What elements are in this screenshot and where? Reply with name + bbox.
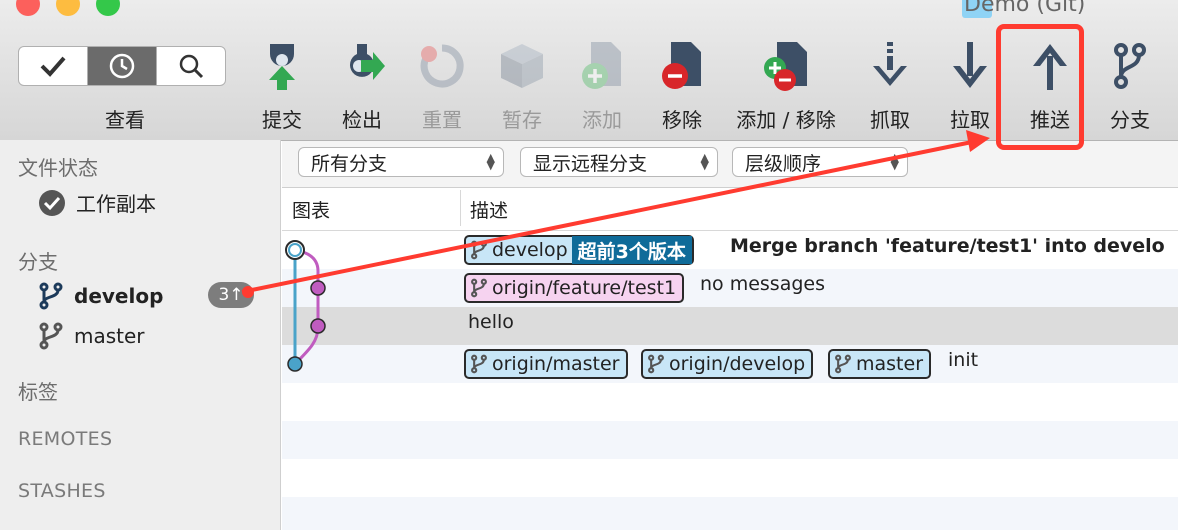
remote-filter-select[interactable]: 显示远程分支 ▲ ▼ (520, 147, 718, 177)
add-remove-button[interactable]: 添加 / 移除 (736, 104, 835, 133)
tag-label: origin/master (492, 353, 620, 375)
tags-header[interactable]: 标签 (18, 376, 58, 405)
clock-icon[interactable] (88, 47, 157, 85)
remove-button[interactable]: 移除 (662, 104, 702, 133)
commit-message: no messages (700, 273, 825, 295)
close-button[interactable] (16, 0, 40, 16)
commit-icon[interactable] (257, 38, 307, 94)
pull-button[interactable]: 拉取 (950, 104, 990, 133)
commit-button[interactable]: 提交 (262, 104, 302, 133)
commit-row[interactable]: origin/feature/test1 no messages (282, 269, 1178, 307)
checkout-icon[interactable] (337, 38, 387, 94)
stashes-header[interactable]: STASHES (18, 480, 106, 502)
updown-chevron-icon: ▲ ▼ (700, 151, 709, 172)
graph-node (310, 318, 326, 334)
stash-icon[interactable] (497, 38, 547, 94)
branch-icon (471, 240, 487, 260)
checkmark-circle-icon (39, 189, 65, 216)
commit-message: init (948, 349, 979, 371)
commit-message: Merge branch 'feature/test1' into develo (730, 235, 1165, 257)
branch-tag: origin/develop (641, 349, 814, 379)
updown-chevron-icon: ▲ ▼ (486, 151, 495, 172)
graph-node (310, 280, 326, 296)
reset-icon[interactable] (417, 38, 467, 94)
branch-icon (471, 354, 487, 374)
branch-label: develop (74, 284, 164, 308)
order-filter-select[interactable]: 层级顺序 ▲ ▼ (732, 147, 908, 177)
commit-row[interactable]: origin/master origin/develop master init (282, 345, 1178, 383)
zoom-button[interactable] (96, 0, 120, 16)
branch-tag: origin/feature/test1 (464, 273, 685, 303)
view-label: 查看 (105, 108, 145, 132)
fetch-button[interactable]: 抓取 (870, 104, 910, 133)
checkout-button[interactable]: 检出 (342, 104, 382, 133)
check-icon[interactable] (19, 47, 88, 85)
sidebar-item-master[interactable]: master (38, 322, 145, 350)
commit-graph (285, 240, 326, 372)
ahead-badge: 3↑ (208, 282, 254, 308)
search-icon[interactable] (157, 47, 225, 85)
graph-node (287, 356, 303, 372)
sidebar-item-develop[interactable]: develop (38, 282, 163, 310)
add-button[interactable]: 添加 (582, 104, 622, 133)
tag-label: develop (492, 239, 568, 261)
tag-label: origin/develop (669, 353, 806, 375)
tag-label: origin/feature/test1 (492, 277, 677, 299)
column-divider (460, 190, 461, 226)
remote-filter-value: 显示远程分支 (533, 152, 648, 175)
empty-row (282, 383, 1178, 421)
commit-list-header: 图表 描述 (282, 188, 1178, 231)
order-filter-value: 层级顺序 (745, 152, 822, 175)
remotes-header[interactable]: REMOTES (18, 428, 112, 450)
branch-icon (39, 322, 63, 350)
commit-row[interactable]: hello (282, 307, 1178, 345)
branch-label: master (74, 324, 145, 348)
branch-tag: develop 超前3个版本 (464, 235, 694, 265)
reset-button[interactable]: 重置 (422, 104, 462, 133)
view-segmented-control[interactable] (18, 46, 226, 86)
branch-filter-select[interactable]: 所有分支 ▲ ▼ (298, 147, 504, 177)
description-column-header[interactable]: 描述 (470, 196, 508, 223)
ahead-indicator: 超前3个版本 (571, 236, 692, 264)
file-status-header[interactable]: 文件状态 (18, 152, 98, 181)
add-file-icon[interactable] (577, 38, 627, 94)
branch-tag: origin/master (464, 349, 628, 379)
empty-row (282, 459, 1178, 497)
minimize-button[interactable] (56, 0, 80, 16)
sidebar-item-working-copy[interactable]: 工作副本 (38, 188, 156, 217)
graph-line-feature (293, 248, 320, 366)
annotation-highlight-box (996, 24, 1084, 150)
branch-icon[interactable] (1105, 38, 1155, 94)
branch-button[interactable]: 分支 (1110, 104, 1150, 133)
branch-icon (835, 354, 851, 374)
branch-icon (471, 278, 487, 298)
add-remove-icon[interactable] (761, 38, 811, 94)
tag-label: master (856, 353, 924, 375)
pull-icon[interactable] (945, 38, 995, 94)
branch-filter-value: 所有分支 (311, 152, 388, 175)
fetch-icon[interactable] (865, 38, 915, 94)
working-copy-label: 工作副本 (76, 192, 156, 216)
sidebar: 文件状态 工作副本 分支 develop 3↑ master 标签 REMOTE… (0, 140, 281, 530)
branches-header[interactable]: 分支 (18, 246, 58, 275)
remove-file-icon[interactable] (657, 38, 707, 94)
branch-icon (39, 282, 63, 310)
commit-row[interactable]: develop 超前3个版本 Merge branch 'feature/tes… (282, 231, 1178, 269)
window-title: Demo (Git) (964, 0, 1086, 17)
updown-chevron-icon: ▲ ▼ (890, 151, 899, 172)
empty-row (282, 497, 1178, 530)
commit-message: hello (468, 311, 514, 333)
stash-button[interactable]: 暂存 (502, 104, 542, 133)
branch-tag: master (828, 349, 932, 379)
empty-row (282, 421, 1178, 459)
branch-icon (648, 354, 664, 374)
graph-node-head-ring (288, 243, 302, 257)
graph-column-header[interactable]: 图表 (292, 196, 330, 223)
